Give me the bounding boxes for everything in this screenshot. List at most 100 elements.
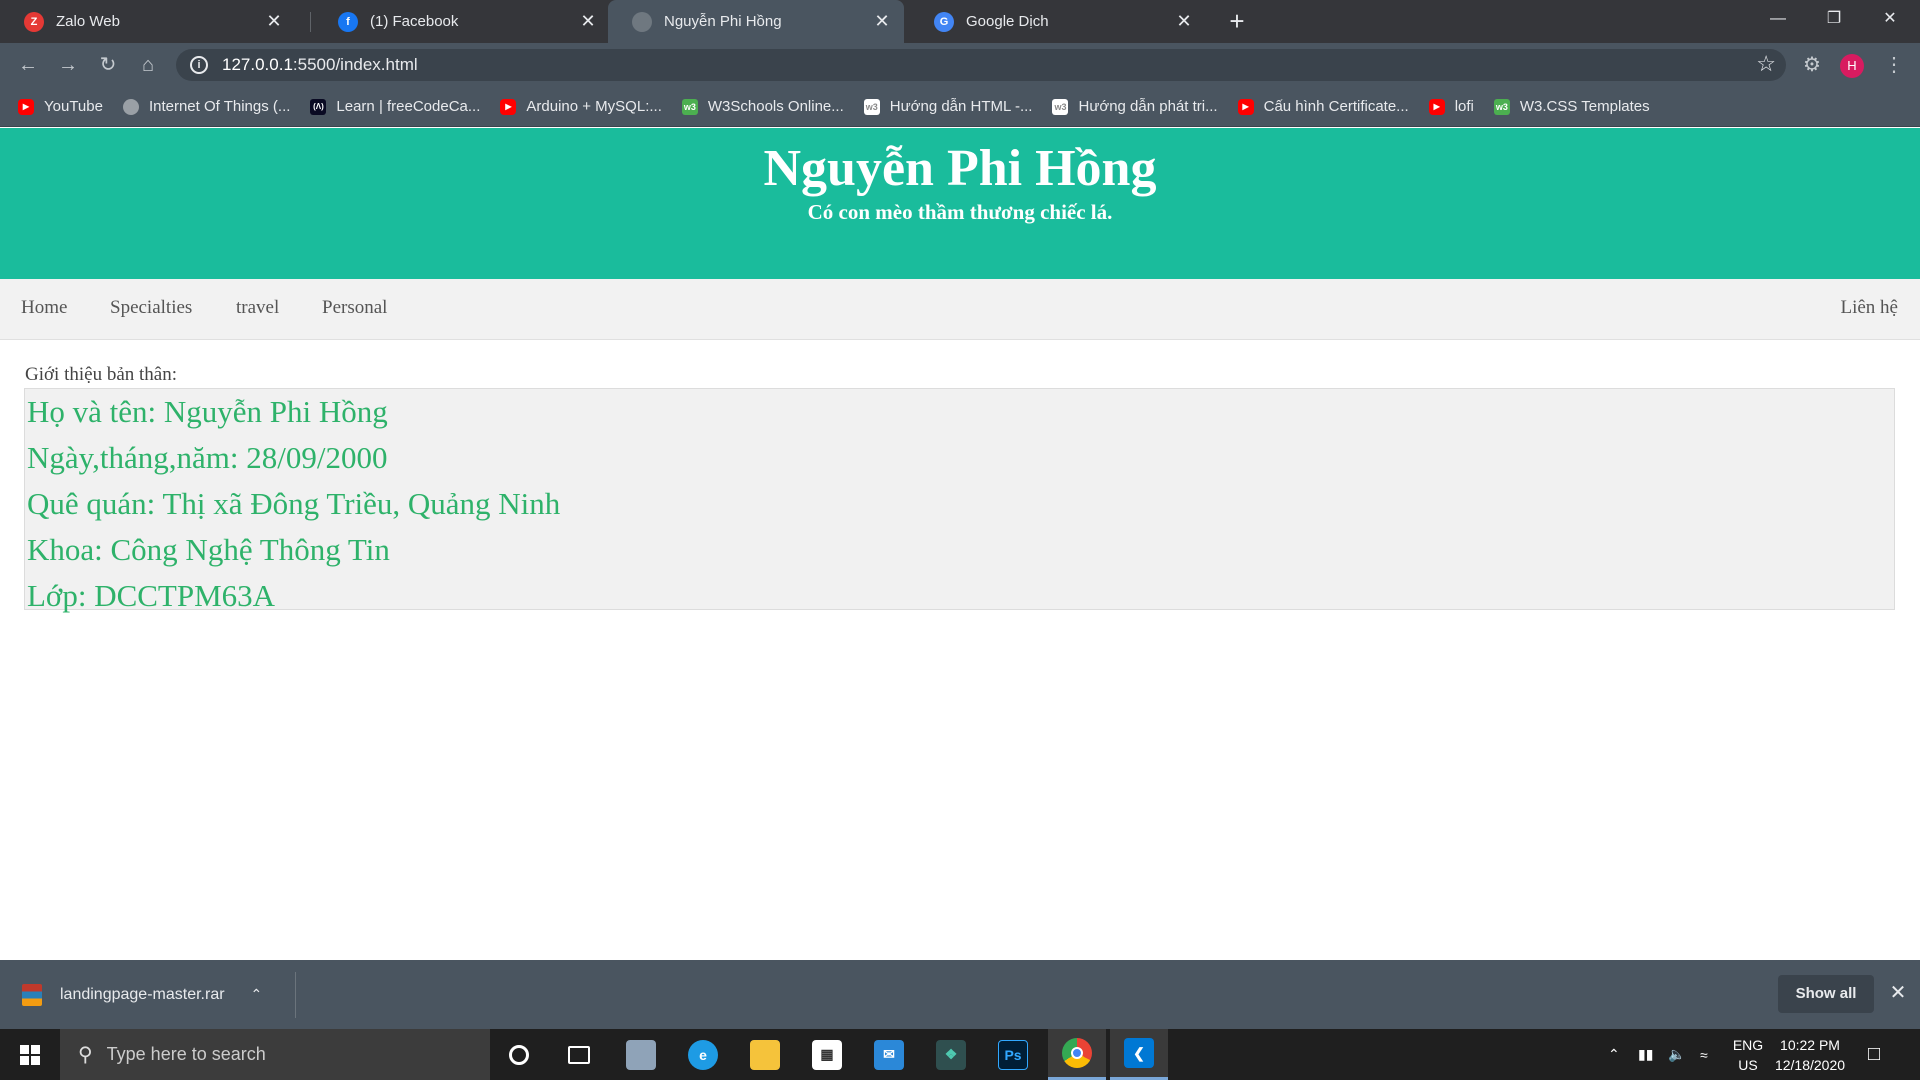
edge-icon: e (688, 1039, 718, 1070)
tab-strip: Z Zalo Web ✕ f (1) Facebook ✕ Nguyễn Phi Hồng ✕… (0, 0, 1920, 43)
taskbar-app-store[interactable]: ▦ (798, 1029, 856, 1080)
tab-1[interactable]: Z Zalo Web ✕ (0, 0, 296, 43)
google-translate-icon: G (934, 11, 954, 32)
menu-icon[interactable]: ⋮ (1880, 51, 1908, 79)
bookmark-6[interactable]: w3 Hướng dẫn HTML -... (863, 98, 1033, 115)
download-item[interactable]: landingpage-master.rar ⌃ (22, 960, 262, 1029)
tab-close-icon[interactable]: ✕ (868, 11, 896, 32)
bookmark-3[interactable]: (Λ) Learn | freeCodeCa... (310, 98, 480, 115)
youtube-icon: ▶ (1428, 98, 1445, 115)
bookmark-label: lofi (1454, 98, 1474, 115)
profile-avatar[interactable]: H (1840, 54, 1864, 78)
close-downloads-icon[interactable]: ✕ (1886, 980, 1910, 1008)
task-view-icon (568, 1045, 590, 1064)
clock-time: 10:22 PM (1780, 1037, 1840, 1053)
home-icon[interactable]: ⌂ (134, 51, 162, 79)
show-all-button[interactable]: Show all (1778, 975, 1874, 1013)
bookmark-label: YouTube (44, 98, 103, 115)
nav-personal[interactable]: Personal (322, 297, 387, 319)
reload-icon[interactable]: ↻ (94, 51, 122, 79)
w3r-icon: w3 (863, 98, 880, 115)
wifi-icon[interactable]: ≈ (1700, 1029, 1708, 1080)
nav-specialties[interactable]: Specialties (110, 297, 192, 319)
bookmark-label: Internet Of Things (... (148, 98, 291, 115)
bookmark-5[interactable]: w3 W3Schools Online... (681, 98, 844, 115)
nav-travel[interactable]: travel (236, 297, 279, 319)
info-hometown: Quê quán: Thị xã Đông Triều, Quảng Ninh (27, 486, 561, 521)
youtube-icon: ▶ (1237, 98, 1254, 115)
windows-logo-icon (20, 1044, 40, 1065)
youtube-icon: ▶ (18, 98, 34, 115)
site-info-icon[interactable]: i (190, 56, 208, 74)
w3schools-icon: w3 (1493, 98, 1510, 115)
taskbar-app-edge[interactable]: e (674, 1029, 732, 1080)
bookmark-label: W3.CSS Templates (1519, 98, 1650, 115)
tab-close-icon[interactable]: ✕ (260, 11, 288, 32)
app-icon: ❖ (936, 1039, 966, 1070)
bookmark-9[interactable]: ▶ lofi (1428, 98, 1474, 115)
page-title: Nguyễn Phi Hồng (763, 140, 1157, 197)
taskbar-search[interactable]: ⚲ Type here to search (60, 1029, 490, 1080)
tab-title: Zalo Web (56, 13, 120, 30)
site-header: Nguyễn Phi Hồng Có con mèo thầm thương c… (0, 128, 1920, 279)
clock-date: 12/18/2020 (1774, 1057, 1846, 1073)
minimize-button[interactable]: — (1750, 0, 1806, 40)
taskbar-app-mail[interactable]: ✉ (860, 1029, 918, 1080)
chevron-up-icon[interactable]: ⌃ (251, 986, 263, 1003)
tab-3[interactable]: Nguyễn Phi Hồng ✕ (608, 0, 904, 43)
taskbar-app-sublime[interactable]: ❖ (922, 1029, 980, 1080)
bookmark-label: Cấu hình Certificate... (1263, 98, 1409, 115)
folder-icon (750, 1039, 780, 1070)
close-window-button[interactable]: ✕ (1862, 0, 1918, 40)
bookmark-2[interactable]: Internet Of Things (... (122, 98, 291, 115)
tab-close-icon[interactable]: ✕ (1170, 11, 1198, 32)
taskbar-app-photoshop[interactable]: Ps (984, 1029, 1042, 1080)
address-bar[interactable]: i 127.0.0.1:5500/index.html ☆ (176, 49, 1786, 81)
taskbar-app-chrome[interactable] (1048, 1029, 1106, 1080)
vscode-icon: ❮ (1124, 1038, 1154, 1068)
tray-overflow-icon[interactable]: ⌃ (1608, 1029, 1620, 1080)
restore-button[interactable]: ❐ (1806, 0, 1862, 40)
intro-label: Giới thiệu bản thân: (25, 364, 177, 385)
forward-icon[interactable]: → (54, 51, 82, 79)
tab-title: (1) Facebook (370, 13, 459, 30)
info-name: Họ và tên: Nguyễn Phi Hồng (27, 394, 388, 429)
bookmark-label: Learn | freeCodeCa... (336, 98, 481, 115)
start-button[interactable] (0, 1029, 60, 1080)
cortana-icon (509, 1044, 529, 1065)
search-placeholder: Type here to search (106, 1044, 266, 1064)
language-indicator[interactable]: ENG US (1728, 1035, 1768, 1075)
url-text[interactable]: 127.0.0.1:5500/index.html (222, 55, 418, 75)
nav-home[interactable]: Home (21, 297, 67, 319)
bookmark-star-icon[interactable]: ☆ (1756, 51, 1776, 77)
bookmark-label: Hướng dẫn HTML -... (889, 98, 1033, 115)
battery-icon[interactable]: ▮▮ (1638, 1029, 1653, 1080)
tab-2[interactable]: f (1) Facebook ✕ (314, 0, 610, 43)
url-path: :5500/index.html (292, 55, 418, 74)
extensions-icon[interactable]: ⚙ (1798, 51, 1826, 79)
taskbar-app-vscode[interactable]: ❮ (1110, 1029, 1168, 1080)
info-class: Lớp: DCCTPM63A (27, 578, 276, 613)
bookmark-7[interactable]: w3 Hướng dẫn phát tri... (1052, 98, 1218, 115)
bookmark-8[interactable]: ▶ Cấu hình Certificate... (1237, 98, 1409, 115)
volume-icon[interactable]: 🔈 (1668, 1029, 1685, 1080)
taskbar-app-explorer[interactable] (736, 1029, 794, 1080)
bookmark-10[interactable]: w3 W3.CSS Templates (1493, 98, 1650, 115)
nav-contact[interactable]: Liên hệ (1840, 297, 1898, 319)
tab-title: Google Dịch (966, 13, 1049, 30)
back-icon[interactable]: ← (14, 51, 42, 79)
facebook-icon: f (338, 11, 358, 32)
system-clock[interactable]: 10:22 PM 12/18/2020 (1765, 1035, 1855, 1075)
cortana-button[interactable] (490, 1029, 548, 1080)
info-box: Họ và tên: Nguyễn Phi Hồng Ngày,tháng,nă… (24, 388, 1895, 613)
notifications-icon[interactable]: □ (1868, 1029, 1880, 1080)
new-tab-button[interactable]: + (1222, 6, 1252, 36)
bookmark-1[interactable]: ▶ YouTube (18, 98, 103, 115)
task-view-button[interactable] (550, 1029, 608, 1080)
info-faculty: Khoa: Công Nghệ Thông Tin (27, 532, 390, 567)
tab-close-icon[interactable]: ✕ (574, 11, 602, 32)
tab-4[interactable]: G Google Dịch ✕ (910, 0, 1206, 43)
taskbar-app-photos[interactable] (612, 1029, 670, 1080)
bookmark-4[interactable]: ▶ Arduino + MySQL:... (500, 98, 662, 115)
photos-icon (626, 1039, 656, 1070)
